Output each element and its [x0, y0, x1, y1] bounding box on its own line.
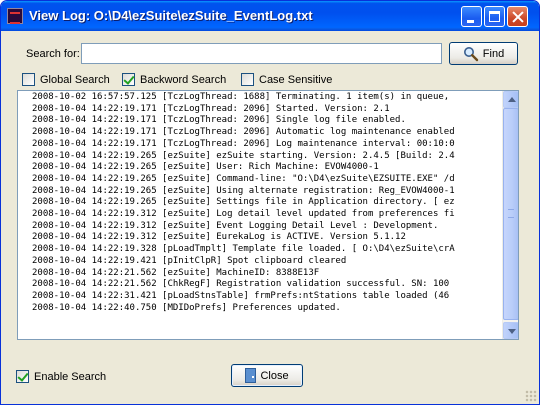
global-search-box[interactable] [22, 73, 35, 86]
log-line[interactable]: 2008-10-04 14:22:19.265 [ezSuite] ezSuit… [32, 151, 504, 163]
title-bar[interactable]: View Log: O:\D4\ezSuite\ezSuite_EventLog… [1, 1, 539, 31]
log-line[interactable]: 2008-10-04 14:22:19.328 [pLoadTmplt] Tem… [32, 244, 504, 256]
vertical-scrollbar[interactable] [502, 91, 518, 339]
maximize-button[interactable] [484, 6, 505, 27]
log-line[interactable]: 2008-10-04 14:22:19.171 [TczLogThread: 2… [32, 104, 504, 116]
scroll-down-icon[interactable] [503, 322, 518, 339]
backword-search-checkbox[interactable]: Backword Search [122, 73, 226, 86]
close-window-button[interactable] [507, 6, 528, 27]
log-line[interactable]: 2008-10-04 14:22:19.265 [ezSuite] Comman… [32, 174, 504, 186]
enable-search-box[interactable] [16, 370, 29, 383]
find-button[interactable]: Find [449, 42, 518, 65]
log-line[interactable]: 2008-10-02 16:57:57.125 [TczLogThread: 1… [32, 92, 504, 104]
backword-search-label: Backword Search [140, 73, 227, 86]
magnifier-icon [463, 46, 478, 61]
log-line[interactable]: 2008-10-04 14:22:21.562 [ChkRegF] Regist… [32, 279, 504, 291]
case-sensitive-box[interactable] [241, 73, 254, 86]
case-sensitive-label: Case Sensitive [259, 73, 333, 86]
find-button-label: Find [482, 47, 505, 60]
log-line[interactable]: 2008-10-04 14:22:19.265 [ezSuite] Using … [32, 186, 504, 198]
log-line[interactable]: 2008-10-04 14:22:19.171 [TczLogThread: 2… [32, 139, 504, 151]
search-label: Search for: [26, 48, 80, 60]
app-icon [7, 8, 23, 24]
window-title: View Log: O:\D4\ezSuite\ezSuite_EventLog… [29, 8, 313, 23]
scroll-up-icon[interactable] [503, 91, 518, 108]
global-search-checkbox[interactable]: Global Search [22, 73, 110, 86]
view-log-window: View Log: O:\D4\ezSuite\ezSuite_EventLog… [0, 0, 540, 405]
log-line[interactable]: 2008-10-04 14:22:19.312 [ezSuite] Eureka… [32, 232, 504, 244]
resize-grip[interactable] [525, 390, 537, 402]
log-line[interactable]: 2008-10-04 14:22:19.171 [TczLogThread: 2… [32, 127, 504, 139]
log-viewer[interactable]: 2008-10-02 16:57:57.125 [TczLogThread: 1… [17, 90, 519, 340]
log-line[interactable]: 2008-10-04 14:22:31.421 [pLoadStnsTable]… [32, 291, 504, 303]
log-line[interactable]: 2008-10-04 14:22:19.171 [TczLogThread: 2… [32, 115, 504, 127]
log-lines[interactable]: 2008-10-02 16:57:57.125 [TczLogThread: 1… [18, 91, 504, 339]
scroll-thumb[interactable] [503, 108, 518, 320]
log-line[interactable]: 2008-10-04 14:22:19.312 [ezSuite] Event … [32, 221, 504, 233]
enable-search-label: Enable Search [34, 370, 107, 383]
case-sensitive-checkbox[interactable]: Case Sensitive [241, 73, 332, 86]
log-line[interactable]: 2008-10-04 14:22:40.750 [MDIDoPrefs] Pre… [32, 303, 504, 315]
close-button-label: Close [260, 369, 289, 382]
door-icon [245, 368, 257, 383]
enable-search-checkbox[interactable]: Enable Search [16, 370, 106, 383]
global-search-label: Global Search [40, 73, 110, 86]
log-line[interactable]: 2008-10-04 14:22:21.562 [ezSuite] Machin… [32, 268, 504, 280]
search-input[interactable] [81, 43, 442, 64]
close-button[interactable]: Close [231, 364, 303, 387]
log-line[interactable]: 2008-10-04 14:22:19.421 [pInitClpR] Spot… [32, 256, 504, 268]
minimize-button[interactable] [461, 6, 482, 27]
log-line[interactable]: 2008-10-04 14:22:19.312 [ezSuite] Log de… [32, 209, 504, 221]
backword-search-box[interactable] [122, 73, 135, 86]
log-line[interactable]: 2008-10-04 14:22:19.265 [ezSuite] User: … [32, 162, 504, 174]
log-line[interactable]: 2008-10-04 14:22:19.265 [ezSuite] Settin… [32, 197, 504, 209]
